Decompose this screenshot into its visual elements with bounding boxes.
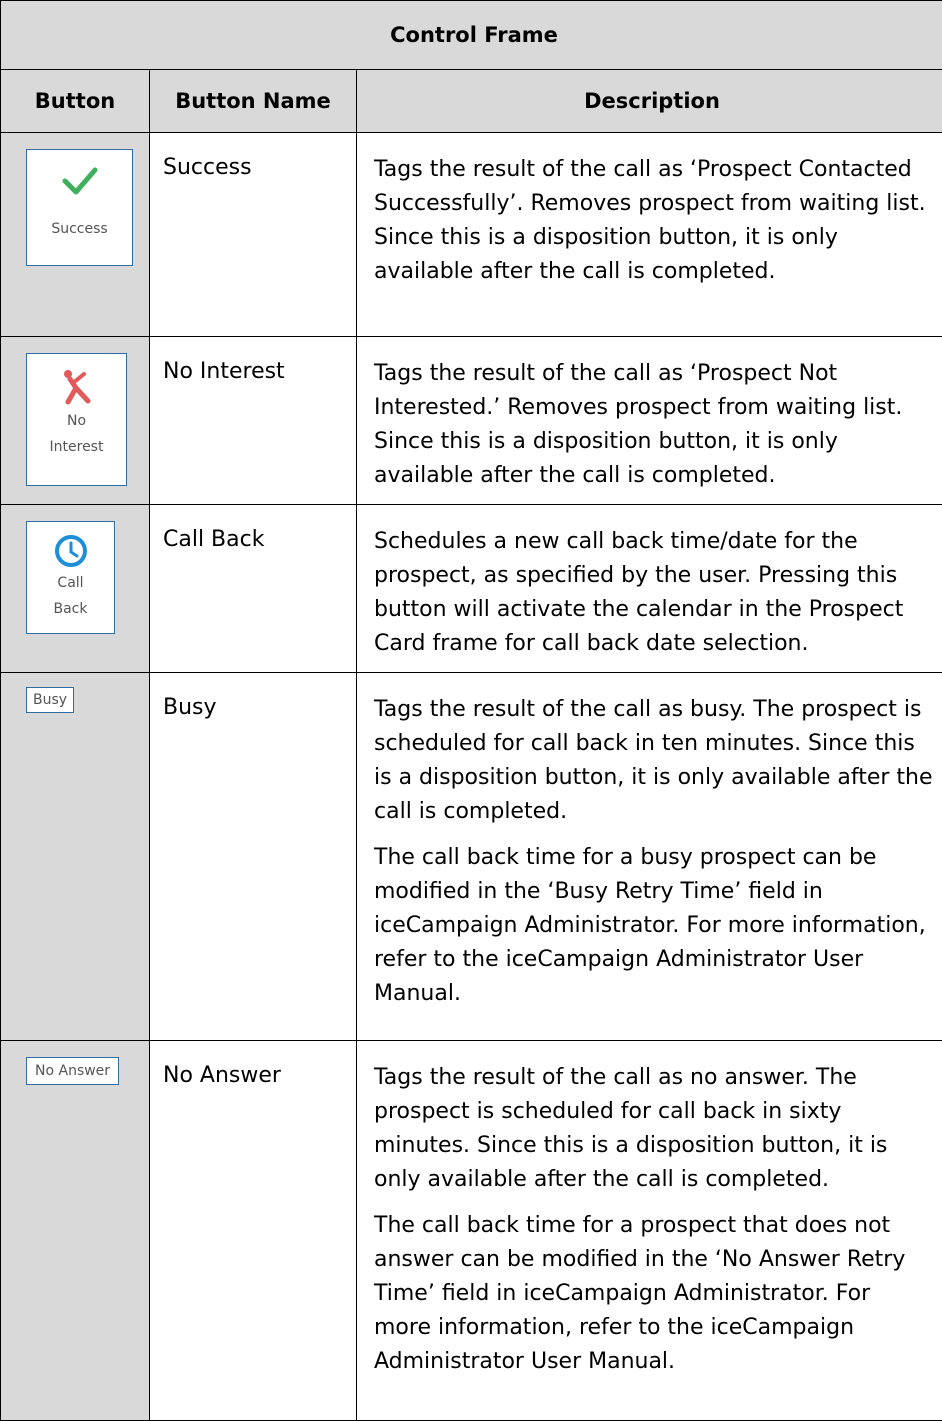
description-cell: Tags the result of the call as ‘Prospect…	[357, 133, 942, 337]
table-row: Call Back Call Back Schedules a new call…	[1, 505, 942, 673]
button-name: Call Back	[150, 505, 357, 673]
busy-button[interactable]: Busy	[26, 687, 74, 713]
header-button: Button	[1, 70, 150, 133]
no-interest-button[interactable]: No Interest	[26, 353, 127, 486]
header-button-name: Button Name	[150, 70, 357, 133]
description-cell: Tags the result of the call as busy. The…	[357, 673, 942, 1041]
table-row: No Interest No Interest Tags the result …	[1, 337, 942, 505]
description-paragraph: The call back time for a prospect that d…	[374, 1209, 933, 1379]
description-cell: Tags the result of the call as ‘Prospect…	[357, 337, 942, 505]
no-interest-label-line1: No	[27, 408, 126, 434]
button-cell: Busy	[1, 673, 150, 1041]
call-back-label-line1: Call	[27, 570, 114, 596]
button-name: Busy	[150, 673, 357, 1041]
no-interest-label-line2: Interest	[27, 434, 126, 460]
table-title: Control Frame	[1, 1, 942, 70]
button-name: No Answer	[150, 1041, 357, 1421]
button-name: Success	[150, 133, 357, 337]
header-description: Description	[357, 70, 942, 133]
table-row: Busy Busy Tags the result of the call as…	[1, 673, 942, 1041]
control-frame-table: Control Frame Button Button Name Descrip…	[0, 0, 942, 1421]
success-button[interactable]: Success	[26, 149, 133, 266]
call-back-button[interactable]: Call Back	[26, 521, 115, 634]
description-paragraph: The call back time for a busy prospect c…	[374, 841, 933, 1011]
description-cell: Schedules a new call back time/date for …	[357, 505, 942, 673]
call-back-label-line2: Back	[27, 596, 114, 622]
button-cell: No Interest	[1, 337, 150, 505]
description-paragraph: Tags the result of the call as ‘Prospect…	[374, 153, 933, 289]
falling-person-icon	[62, 368, 92, 406]
clock-icon	[54, 534, 88, 568]
checkmark-icon	[62, 166, 98, 196]
success-button-label: Success	[27, 216, 132, 242]
description-cell: Tags the result of the call as no answer…	[357, 1041, 942, 1421]
description-paragraph: Tags the result of the call as no answer…	[374, 1061, 933, 1197]
button-name: No Interest	[150, 337, 357, 505]
description-paragraph: Tags the result of the call as busy. The…	[374, 693, 933, 829]
button-cell: Success	[1, 133, 150, 337]
table-row: No Answer No Answer Tags the result of t…	[1, 1041, 942, 1421]
table-row: Success Success Tags the result of the c…	[1, 133, 942, 337]
description-paragraph: Schedules a new call back time/date for …	[374, 525, 933, 661]
button-cell: Call Back	[1, 505, 150, 673]
description-paragraph: Tags the result of the call as ‘Prospect…	[374, 357, 933, 493]
button-cell: No Answer	[1, 1041, 150, 1421]
no-answer-button[interactable]: No Answer	[26, 1057, 119, 1085]
